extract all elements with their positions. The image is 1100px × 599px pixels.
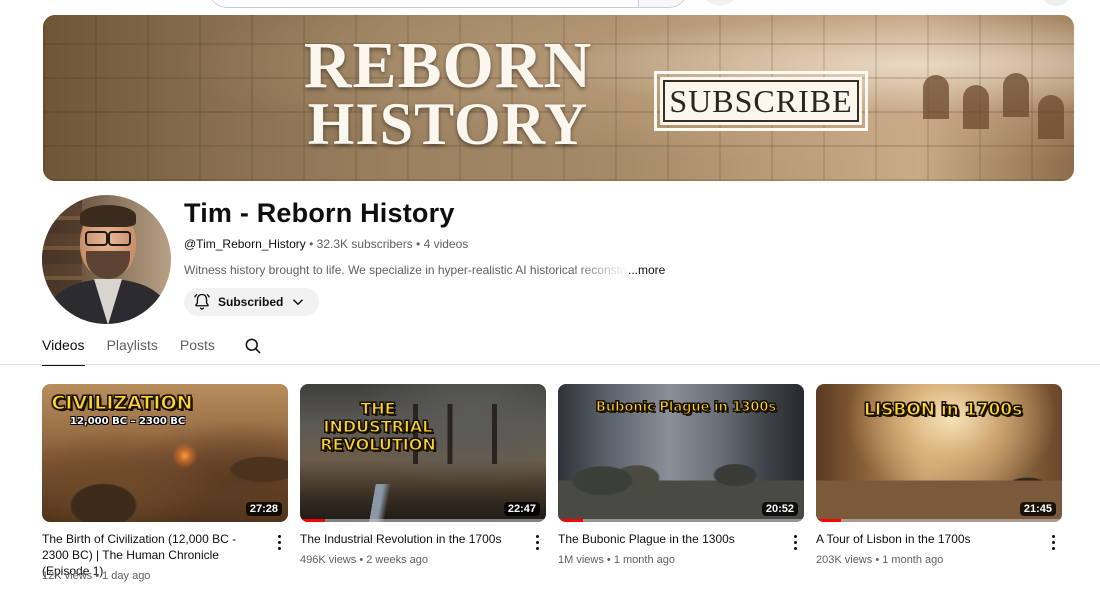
meta-separator: • [872, 554, 883, 566]
channel-description-text: Witness history brought to life. We spec… [184, 263, 628, 277]
thumbnail-headline: LISBON in 1700s [863, 400, 1023, 421]
video-age: 1 month ago [613, 554, 675, 566]
banner-window [963, 85, 989, 129]
avatar-beard [86, 251, 130, 279]
tabs-divider [0, 364, 1100, 365]
more-vert-icon[interactable] [788, 534, 802, 550]
video-meta: 203K views • 1 month ago [816, 554, 943, 566]
subscribed-label: Subscribed [218, 295, 284, 309]
video-card[interactable]: LISBON in 1700s 21:45 A Tour of Lisbon i… [816, 384, 1062, 566]
subscribed-button[interactable]: Subscribed [184, 288, 320, 316]
video-meta: 496K views • 2 weeks ago [300, 554, 428, 566]
video-views: 12K views [42, 570, 93, 582]
banner-subscribe-graphic: SUBSCRIBE [654, 71, 868, 131]
tab-posts[interactable]: Posts [180, 334, 215, 366]
video-age: 1 day ago [102, 570, 151, 582]
banner-window [923, 75, 949, 119]
video-card[interactable]: Bubonic Plague in 1300s 20:52 The Buboni… [558, 384, 804, 566]
more-vert-icon[interactable] [272, 534, 286, 550]
video-age: 1 month ago [882, 554, 944, 566]
top-bar [0, 0, 1100, 10]
watch-progress [300, 519, 325, 522]
video-thumbnail[interactable]: THE INDUSTRIAL REVOLUTION 22:47 [300, 384, 546, 522]
video-meta: 1M views • 1 month ago [558, 554, 675, 566]
banner-title: REBORN HISTORY [283, 29, 613, 157]
watch-progress [558, 519, 583, 522]
video-views: 203K views [816, 554, 873, 566]
banner-window [1003, 73, 1029, 117]
channel-handle: @Tim_Reborn_History [184, 237, 306, 251]
video-thumbnail[interactable]: CIVILIZATION 12,000 BC – 2300 BC 27:28 [42, 384, 288, 522]
search-input[interactable] [208, 0, 638, 8]
more-vert-icon[interactable] [530, 534, 544, 550]
search-icon[interactable] [243, 336, 263, 361]
video-count: 4 videos [423, 237, 469, 251]
watch-progress-track [300, 519, 546, 522]
thumbnail-headline: THE INDUSTRIAL REVOLUTION [320, 399, 436, 454]
video-duration: 27:28 [245, 502, 282, 516]
meta-separator: • [305, 237, 317, 251]
thumbnail-headline: CIVILIZATION [51, 392, 193, 415]
channel-name: Tim - Reborn History [184, 198, 455, 228]
video-duration: 21:45 [1019, 502, 1056, 516]
video-title[interactable]: A Tour of Lisbon in the 1700s [816, 531, 1038, 547]
video-card[interactable]: CIVILIZATION 12,000 BC – 2300 BC 27:28 T… [42, 384, 288, 582]
tab-playlists[interactable]: Playlists [107, 334, 158, 366]
channel-banner: REBORN HISTORY SUBSCRIBE [43, 15, 1074, 181]
more-vert-icon[interactable] [1046, 534, 1060, 550]
video-meta: 12K views • 1 day ago [42, 570, 150, 582]
thumbnail-subhead: 12,000 BC – 2300 BC [70, 416, 186, 427]
video-thumbnail[interactable]: LISBON in 1700s 21:45 [816, 384, 1062, 522]
banner-title-line1: REBORN [303, 29, 593, 102]
meta-separator: • [412, 237, 424, 251]
video-thumbnail[interactable]: Bubonic Plague in 1300s 20:52 [558, 384, 804, 522]
meta-separator: • [603, 554, 614, 566]
channel-tabs: Videos Playlists Posts [42, 334, 263, 366]
meta-separator: • [356, 554, 367, 566]
watch-progress-track [816, 519, 1062, 522]
thumbnail-headline: Bubonic Plague in 1300s [595, 400, 777, 416]
channel-avatar[interactable] [42, 195, 171, 324]
voice-search-button[interactable] [702, 0, 738, 6]
video-age: 2 weeks ago [366, 554, 428, 566]
video-duration: 20:52 [761, 502, 798, 516]
channel-meta: @Tim_Reborn_History • 32.3K subscribers … [184, 237, 468, 251]
video-card[interactable]: THE INDUSTRIAL REVOLUTION 22:47 The Indu… [300, 384, 546, 566]
channel-description[interactable]: Witness history brought to life. We spec… [184, 263, 684, 277]
banner-window [1038, 95, 1064, 139]
banner-title-line2: HISTORY [307, 91, 589, 157]
banner-subscribe-text: SUBSCRIBE [660, 77, 862, 125]
video-duration: 22:47 [503, 502, 540, 516]
bell-icon [192, 292, 212, 312]
more-link[interactable]: ...more [628, 263, 665, 277]
watch-progress [816, 519, 841, 522]
account-avatar[interactable] [1040, 0, 1072, 6]
search-button[interactable] [638, 0, 688, 8]
video-title[interactable]: The Industrial Revolution in the 1700s [300, 531, 522, 547]
tab-videos[interactable]: Videos [42, 334, 85, 366]
avatar-glasses [85, 231, 131, 246]
video-title[interactable]: The Bubonic Plague in the 1300s [558, 531, 780, 547]
video-views: 1M views [558, 554, 604, 566]
watch-progress-track [558, 519, 804, 522]
chevron-down-icon [289, 293, 307, 311]
meta-separator: • [92, 570, 103, 582]
video-views: 496K views [300, 554, 357, 566]
avatar-hair [80, 205, 136, 227]
subscriber-count: 32.3K subscribers [316, 237, 413, 251]
